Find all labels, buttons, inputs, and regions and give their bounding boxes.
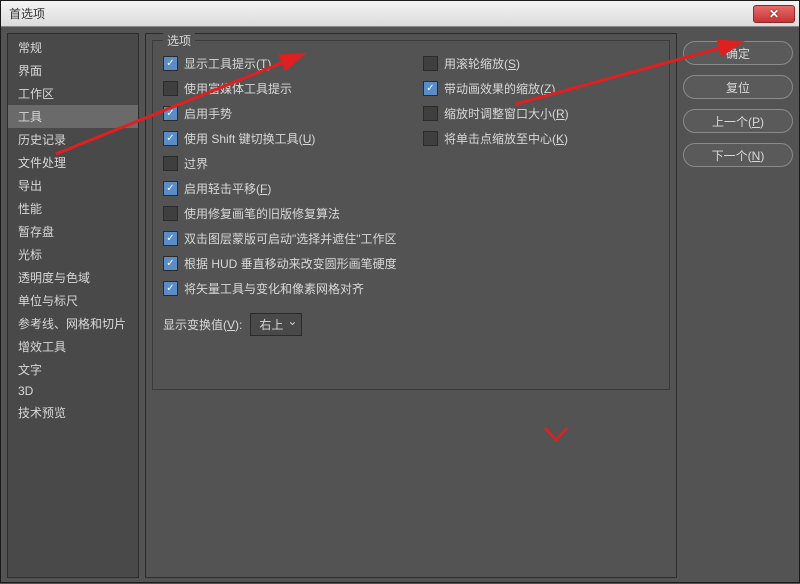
checkbox-box: ✓ bbox=[163, 106, 178, 121]
checkbox-box: ✓ bbox=[163, 131, 178, 146]
checkbox-label: 双击图层蒙版可启动"选择并遮住"工作区 bbox=[184, 230, 397, 247]
checkbox-label: 显示工具提示(T) bbox=[184, 55, 271, 72]
checkbox-label: 过界 bbox=[184, 155, 208, 172]
checkbox-option[interactable]: ✓ 双击图层蒙版可启动"选择并遮住"工作区 bbox=[163, 230, 423, 247]
sidebar-item-6[interactable]: 导出 bbox=[8, 174, 138, 197]
sidebar-item-13[interactable]: 增效工具 bbox=[8, 335, 138, 358]
checkbox-label: 带动画效果的缩放(Z) bbox=[444, 80, 555, 97]
checkbox-box: ✓ bbox=[423, 81, 438, 96]
checkbox-box bbox=[423, 56, 438, 71]
prev-button[interactable]: 上一个(P) bbox=[683, 109, 793, 133]
main-panel: 选项 ✓ 显示工具提示(T) 使用富媒体工具提示 ✓ 启用手势 ✓ 使用 Shift 键切换… bbox=[145, 33, 677, 578]
checkbox-label: 启用轻击平移(F) bbox=[184, 180, 271, 197]
sidebar-item-15[interactable]: 3D bbox=[8, 381, 138, 401]
sidebar-item-8[interactable]: 暂存盘 bbox=[8, 220, 138, 243]
sidebar-item-1[interactable]: 界面 bbox=[8, 59, 138, 82]
titlebar: 首选项 ✕ bbox=[1, 1, 799, 27]
transform-display-dropdown[interactable]: 右上 bbox=[250, 313, 302, 336]
sidebar-item-10[interactable]: 透明度与色域 bbox=[8, 266, 138, 289]
next-button[interactable]: 下一个(N) bbox=[683, 143, 793, 167]
sidebar: 常规界面工作区工具历史记录文件处理导出性能暂存盘光标透明度与色域单位与标尺参考线… bbox=[7, 33, 139, 578]
checkbox-option[interactable]: ✓ 启用手势 bbox=[163, 105, 423, 122]
close-icon: ✕ bbox=[769, 7, 779, 21]
checkbox-box bbox=[423, 131, 438, 146]
options-col-right: 用滚轮缩放(S) ✓ 带动画效果的缩放(Z) 缩放时调整窗口大小(R) 将单击点缩放至中… bbox=[423, 55, 659, 297]
checkbox-box bbox=[163, 156, 178, 171]
sidebar-item-7[interactable]: 性能 bbox=[8, 197, 138, 220]
sidebar-item-3[interactable]: 工具 bbox=[8, 105, 138, 128]
checkbox-label: 启用手势 bbox=[184, 105, 232, 122]
group-title: 选项 bbox=[163, 32, 195, 49]
options-col-left: ✓ 显示工具提示(T) 使用富媒体工具提示 ✓ 启用手势 ✓ 使用 Shift 键切换工具(… bbox=[163, 55, 423, 297]
checkbox-box: ✓ bbox=[163, 181, 178, 196]
sidebar-item-5[interactable]: 文件处理 bbox=[8, 151, 138, 174]
checkbox-option[interactable]: 使用修复画笔的旧版修复算法 bbox=[163, 205, 423, 222]
dialog-buttons: 确定 复位 上一个(P) 下一个(N) bbox=[683, 33, 793, 578]
sidebar-item-9[interactable]: 光标 bbox=[8, 243, 138, 266]
checkbox-option[interactable]: 用滚轮缩放(S) bbox=[423, 55, 659, 72]
transform-display-row: 显示变换值(V): 右上 bbox=[163, 313, 659, 336]
options-group: 选项 ✓显示工具提示(T)使用富媒体工具提示✓启用手势✓使用 Shift 键切换… bbox=[152, 40, 670, 390]
checkbox-box bbox=[163, 206, 178, 221]
checkbox-box bbox=[423, 106, 438, 121]
checkbox-label: 将矢量工具与变化和像素网格对齐 bbox=[184, 280, 364, 297]
checkbox-option[interactable]: 使用富媒体工具提示 bbox=[163, 80, 423, 97]
checkbox-label: 使用修复画笔的旧版修复算法 bbox=[184, 205, 340, 222]
sidebar-item-0[interactable]: 常规 bbox=[8, 36, 138, 59]
close-button[interactable]: ✕ bbox=[753, 5, 795, 23]
checkbox-box: ✓ bbox=[163, 231, 178, 246]
sidebar-item-4[interactable]: 历史记录 bbox=[8, 128, 138, 151]
checkbox-label: 使用 Shift 键切换工具(U) bbox=[184, 130, 315, 147]
sidebar-item-16[interactable]: 技术预览 bbox=[8, 401, 138, 424]
transform-display-label: 显示变换值(V): bbox=[163, 316, 242, 333]
checkbox-box: ✓ bbox=[163, 256, 178, 271]
checkbox-option[interactable]: 将单击点缩放至中心(K) bbox=[423, 130, 659, 147]
ok-button[interactable]: 确定 bbox=[683, 41, 793, 65]
checkbox-option[interactable]: ✓ 根据 HUD 垂直移动来改变圆形画笔硬度 bbox=[163, 255, 423, 272]
checkbox-box bbox=[163, 81, 178, 96]
checkbox-option[interactable]: ✓ 带动画效果的缩放(Z) bbox=[423, 80, 659, 97]
annotation-caret bbox=[541, 424, 571, 454]
sidebar-item-12[interactable]: 参考线、网格和切片 bbox=[8, 312, 138, 335]
checkbox-box: ✓ bbox=[163, 56, 178, 71]
reset-button[interactable]: 复位 bbox=[683, 75, 793, 99]
window-title: 首选项 bbox=[9, 5, 753, 22]
checkbox-option[interactable]: 过界 bbox=[163, 155, 423, 172]
checkbox-option[interactable]: ✓ 启用轻击平移(F) bbox=[163, 180, 423, 197]
checkbox-option[interactable]: ✓ 将矢量工具与变化和像素网格对齐 bbox=[163, 280, 423, 297]
sidebar-item-2[interactable]: 工作区 bbox=[8, 82, 138, 105]
checkbox-label: 使用富媒体工具提示 bbox=[184, 80, 292, 97]
checkbox-label: 用滚轮缩放(S) bbox=[444, 55, 520, 72]
checkbox-option[interactable]: ✓ 显示工具提示(T) bbox=[163, 55, 423, 72]
sidebar-item-14[interactable]: 文字 bbox=[8, 358, 138, 381]
checkbox-box: ✓ bbox=[163, 281, 178, 296]
sidebar-item-11[interactable]: 单位与标尺 bbox=[8, 289, 138, 312]
checkbox-option[interactable]: 缩放时调整窗口大小(R) bbox=[423, 105, 659, 122]
checkbox-option[interactable]: ✓ 使用 Shift 键切换工具(U) bbox=[163, 130, 423, 147]
checkbox-label: 缩放时调整窗口大小(R) bbox=[444, 105, 569, 122]
checkbox-label: 根据 HUD 垂直移动来改变圆形画笔硬度 bbox=[184, 255, 397, 272]
checkbox-label: 将单击点缩放至中心(K) bbox=[444, 130, 568, 147]
